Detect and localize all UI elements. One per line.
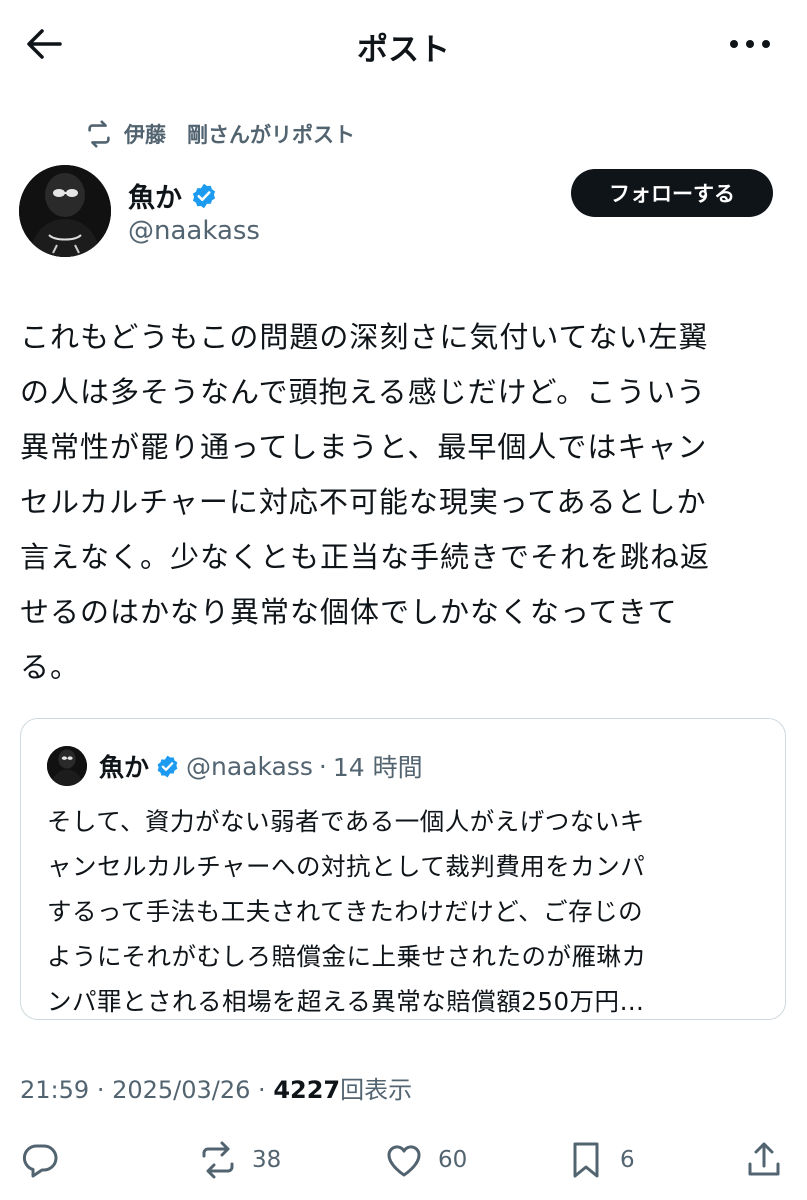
like-count: 60 bbox=[438, 1147, 468, 1173]
share-icon bbox=[748, 1142, 780, 1176]
avatar-image bbox=[19, 165, 111, 257]
more-button[interactable] bbox=[720, 22, 780, 66]
action-bar: 38 60 6 bbox=[0, 1135, 807, 1185]
quote-avatar[interactable] bbox=[47, 746, 87, 786]
share-button[interactable] bbox=[744, 1135, 784, 1185]
quote-separator: · bbox=[318, 751, 327, 781]
reply-icon bbox=[22, 1144, 58, 1178]
view-label: 回表示 bbox=[340, 1076, 413, 1104]
meta-separator: · bbox=[96, 1076, 113, 1104]
author-name-row[interactable]: 魚か bbox=[128, 176, 218, 215]
retweet-count: 38 bbox=[252, 1147, 282, 1173]
page-title: ポスト bbox=[357, 32, 450, 68]
quote-header: 魚か @naakass · 14 時間 bbox=[99, 748, 423, 784]
post-meta: 21:59 · 2025/03/26 · 4227回表示 bbox=[20, 1070, 412, 1105]
follow-button[interactable]: フォローする bbox=[571, 169, 773, 217]
heart-icon bbox=[387, 1145, 421, 1177]
repost-icon bbox=[88, 120, 110, 148]
view-count: 4227 bbox=[273, 1076, 341, 1104]
quote-author-name[interactable]: 魚か bbox=[99, 748, 149, 784]
bookmark-icon bbox=[573, 1142, 599, 1178]
quote-author-handle: @naakass bbox=[186, 751, 313, 781]
post-date: 2025/03/26 bbox=[112, 1076, 251, 1104]
like-button[interactable]: 60 bbox=[384, 1135, 467, 1185]
retweet-icon bbox=[202, 1141, 234, 1179]
reply-button[interactable] bbox=[20, 1135, 60, 1185]
bookmark-count: 6 bbox=[620, 1147, 635, 1173]
bookmark-button[interactable]: 6 bbox=[566, 1135, 635, 1185]
avatar[interactable] bbox=[19, 165, 111, 257]
post-text: これもどうもこの問題の深刻さに気付いてない左翼 の人は多そうなんで頭抱える感じだ… bbox=[20, 320, 711, 684]
avatar-image bbox=[47, 746, 87, 786]
author-name: 魚か bbox=[128, 183, 182, 214]
verified-badge-icon bbox=[192, 183, 216, 208]
quote-text: そして、資力がない弱者である一個人がえげつないキ ャンセルカルチャーへの対抗とし… bbox=[47, 807, 647, 1016]
retweet-button[interactable]: 38 bbox=[198, 1135, 281, 1185]
post-time: 21:59 bbox=[20, 1076, 90, 1104]
author-handle[interactable]: @naakass bbox=[128, 216, 260, 246]
more-icon bbox=[730, 40, 770, 48]
quote-time: 14 時間 bbox=[332, 753, 423, 782]
repost-label: 伊藤 剛さんがリポスト bbox=[124, 123, 355, 147]
meta-separator: · bbox=[258, 1076, 274, 1104]
verified-badge-icon bbox=[157, 755, 178, 777]
repost-indicator[interactable]: 伊藤 剛さんがリポスト bbox=[84, 118, 355, 150]
quoted-post[interactable]: 魚か @naakass · 14 時間 そして、資力がない弱者である一個人がえげ… bbox=[20, 718, 786, 1020]
